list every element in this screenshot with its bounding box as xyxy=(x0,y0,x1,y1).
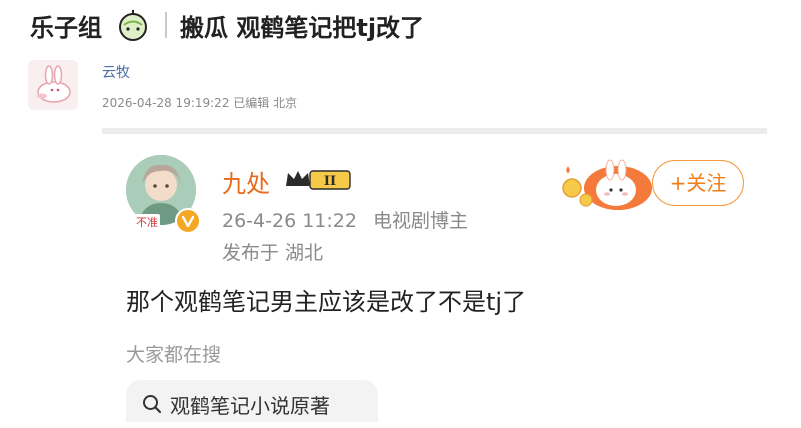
verified-icon xyxy=(175,208,201,234)
post-title: 搬瓜 观鹤笔记把tj改了 xyxy=(180,14,425,42)
avatar-tag: 不准 xyxy=(134,214,160,230)
poster-name[interactable]: 云牧 xyxy=(102,62,130,82)
author-role: 电视剧博主 xyxy=(373,210,469,232)
published-location: 发布于 湖北 xyxy=(222,242,324,264)
rabbit-mascot-icon xyxy=(562,159,652,210)
follow-button[interactable]: +关注 xyxy=(652,160,744,206)
edited-label: 已编辑 xyxy=(233,96,270,110)
post-time: 26-4-26 11:22 xyxy=(222,210,357,232)
crown-level-badge-icon: II xyxy=(286,170,351,190)
post-meta: 2026-04-28 19:19:22 已编辑 北京 xyxy=(102,94,297,111)
header-divider xyxy=(165,12,167,38)
post-content: 那个观鹤笔记男主应该是改了不是tj了 xyxy=(126,288,527,316)
trending-search-label: 大家都在搜 xyxy=(126,344,222,366)
search-query[interactable]: 观鹤笔记小说原著 xyxy=(170,390,330,419)
group-name[interactable]: 乐子组 xyxy=(30,8,102,43)
post-date: 2026-04-28 19:19:22 xyxy=(102,96,230,110)
melon-icon xyxy=(119,10,147,41)
author-name[interactable]: 九处 xyxy=(222,164,270,199)
level-text: II xyxy=(324,174,336,189)
poster-avatar[interactable] xyxy=(28,60,78,110)
post-location: 北京 xyxy=(273,96,298,110)
author-meta: 26-4-26 11:22 电视剧博主 xyxy=(222,206,468,233)
search-icon xyxy=(143,395,162,414)
